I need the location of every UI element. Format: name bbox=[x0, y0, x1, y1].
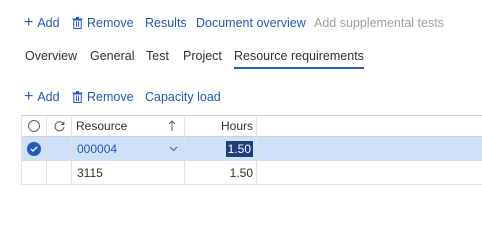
hours-column-label: Hours bbox=[220, 119, 253, 133]
grid-divider bbox=[256, 115, 257, 185]
tab-overview[interactable]: Overview bbox=[25, 47, 77, 67]
document-overview-label: Document overview bbox=[196, 16, 306, 30]
remove-button[interactable]: Remove bbox=[72, 16, 134, 30]
resource-cell[interactable]: 000004 bbox=[77, 137, 117, 161]
tab-general-label: General bbox=[90, 49, 135, 63]
grid-add-label: Add bbox=[37, 90, 60, 104]
tab-project-label: Project bbox=[183, 49, 222, 63]
grid-remove-label: Remove bbox=[87, 90, 134, 104]
plus-icon: + bbox=[24, 88, 34, 105]
hours-column-header[interactable]: Hours bbox=[187, 116, 253, 136]
remove-label: Remove bbox=[87, 16, 134, 30]
grid-divider bbox=[21, 115, 22, 185]
results-button[interactable]: Results bbox=[145, 16, 187, 30]
capacity-load-button[interactable]: Capacity load bbox=[145, 90, 221, 104]
select-all-radio[interactable] bbox=[28, 116, 40, 136]
hours-value: 1.50 bbox=[225, 141, 253, 157]
tab-test-label: Test bbox=[146, 49, 169, 63]
resource-grid: Resource Hours 000004 1.50 3115 1.50 bbox=[21, 115, 482, 185]
tab-general[interactable]: General bbox=[90, 47, 134, 67]
grid-divider bbox=[184, 115, 185, 185]
trash-icon bbox=[72, 17, 83, 29]
add-button[interactable]: + Add bbox=[24, 15, 60, 31]
grid-add-button[interactable]: + Add bbox=[24, 89, 60, 105]
resource-column-header[interactable]: Resource bbox=[76, 116, 127, 136]
checkmark-icon bbox=[27, 142, 41, 156]
plus-icon: + bbox=[24, 14, 34, 31]
resource-column-label: Resource bbox=[76, 119, 128, 133]
refresh-icon[interactable] bbox=[53, 116, 66, 136]
results-label: Results bbox=[145, 16, 187, 30]
grid-divider bbox=[46, 115, 47, 185]
trash-icon bbox=[72, 91, 83, 103]
table-row[interactable]: 3115 1.50 bbox=[21, 161, 482, 185]
row-selected-check[interactable] bbox=[27, 137, 41, 161]
resource-value: 000004 bbox=[77, 142, 118, 156]
resource-value: 3115 bbox=[77, 165, 103, 180]
radio-icon bbox=[28, 120, 40, 132]
document-overview-button[interactable]: Document overview bbox=[196, 16, 306, 30]
sort-ascending-icon[interactable] bbox=[168, 116, 176, 136]
grid-divider bbox=[71, 115, 72, 185]
tab-resource-requirements-label: Resource requirements bbox=[234, 49, 364, 63]
hours-value: 1.50 bbox=[229, 165, 253, 180]
grid-remove-button[interactable]: Remove bbox=[72, 90, 134, 104]
tab-test[interactable]: Test bbox=[146, 47, 169, 67]
add-supplemental-tests-label: Add supplemental tests bbox=[314, 16, 444, 30]
capacity-load-label: Capacity load bbox=[145, 90, 221, 104]
hours-cell[interactable]: 1.50 bbox=[187, 137, 253, 161]
resource-cell[interactable]: 3115 bbox=[77, 161, 103, 184]
hours-cell[interactable]: 1.50 bbox=[187, 161, 253, 184]
tab-project[interactable]: Project bbox=[183, 47, 222, 67]
dropdown-chevron-icon[interactable] bbox=[169, 137, 178, 161]
table-row[interactable]: 000004 1.50 bbox=[21, 137, 482, 161]
add-supplemental-tests-button[interactable]: Add supplemental tests bbox=[314, 16, 444, 30]
tab-overview-label: Overview bbox=[25, 49, 78, 63]
add-label: Add bbox=[37, 16, 60, 30]
grid-header: Resource Hours bbox=[21, 115, 482, 137]
tab-resource-requirements[interactable]: Resource requirements bbox=[234, 47, 364, 69]
